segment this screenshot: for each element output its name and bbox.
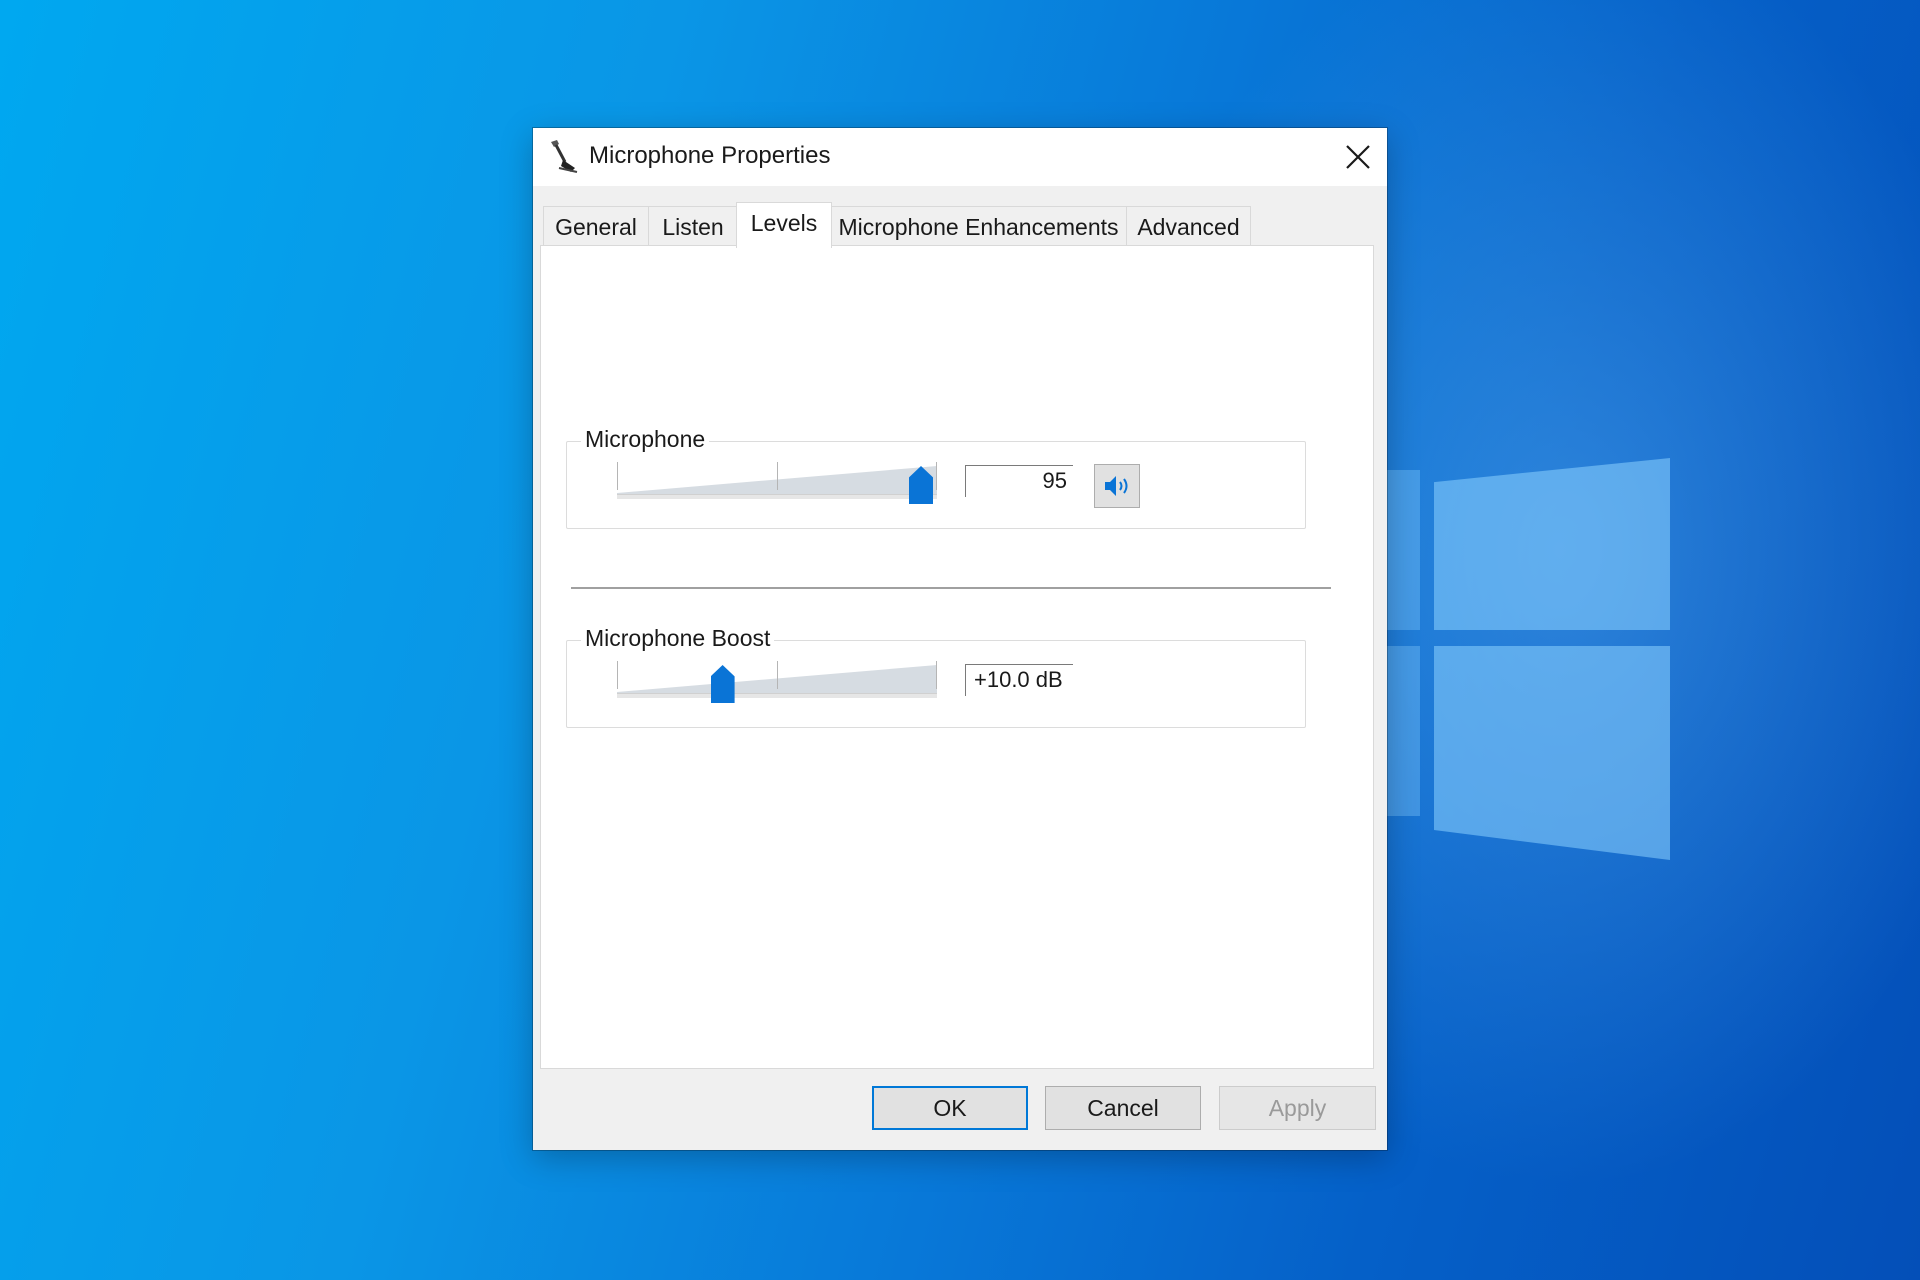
microphone-group: Microphone 95 <box>566 426 1306 529</box>
microphone-boost-label: Microphone Boost <box>581 625 775 652</box>
microphone-icon <box>545 138 579 176</box>
title-bar[interactable]: Microphone Properties <box>533 128 1387 186</box>
microphone-boost-slider[interactable] <box>617 661 937 705</box>
apply-button[interactable]: Apply <box>1219 1086 1376 1130</box>
cancel-button[interactable]: Cancel <box>1045 1086 1201 1130</box>
microphone-group-label: Microphone <box>581 426 710 453</box>
boost-slider-thumb[interactable] <box>710 665 735 703</box>
close-icon <box>1346 145 1370 169</box>
tab-microphone-enhancements[interactable]: Microphone Enhancements <box>830 206 1127 246</box>
separator-line <box>571 587 1331 590</box>
tab-advanced[interactable]: Advanced <box>1126 206 1251 246</box>
microphone-level-value[interactable]: 95 <box>965 465 1073 497</box>
close-button[interactable] <box>1329 128 1387 186</box>
microphone-boost-value: +10.0 dB <box>965 664 1073 696</box>
microphone-boost-group: Microphone Boost +10.0 dB <box>566 625 1306 728</box>
mute-button[interactable] <box>1094 464 1140 508</box>
ok-button[interactable]: OK <box>872 1086 1028 1130</box>
tab-general[interactable]: General <box>543 206 649 246</box>
speaker-icon <box>1105 476 1128 496</box>
microphone-properties-dialog: Microphone Properties General Listen Lev… <box>533 128 1387 1150</box>
dialog-title: Microphone Properties <box>589 142 831 169</box>
microphone-level-slider[interactable] <box>617 462 937 506</box>
levels-panel: Microphone 95 Microphone Boost +10.0 dB <box>540 245 1374 1069</box>
windows-logo <box>1380 430 1670 860</box>
tab-listen[interactable]: Listen <box>648 206 738 246</box>
tab-levels[interactable]: Levels <box>736 202 832 248</box>
